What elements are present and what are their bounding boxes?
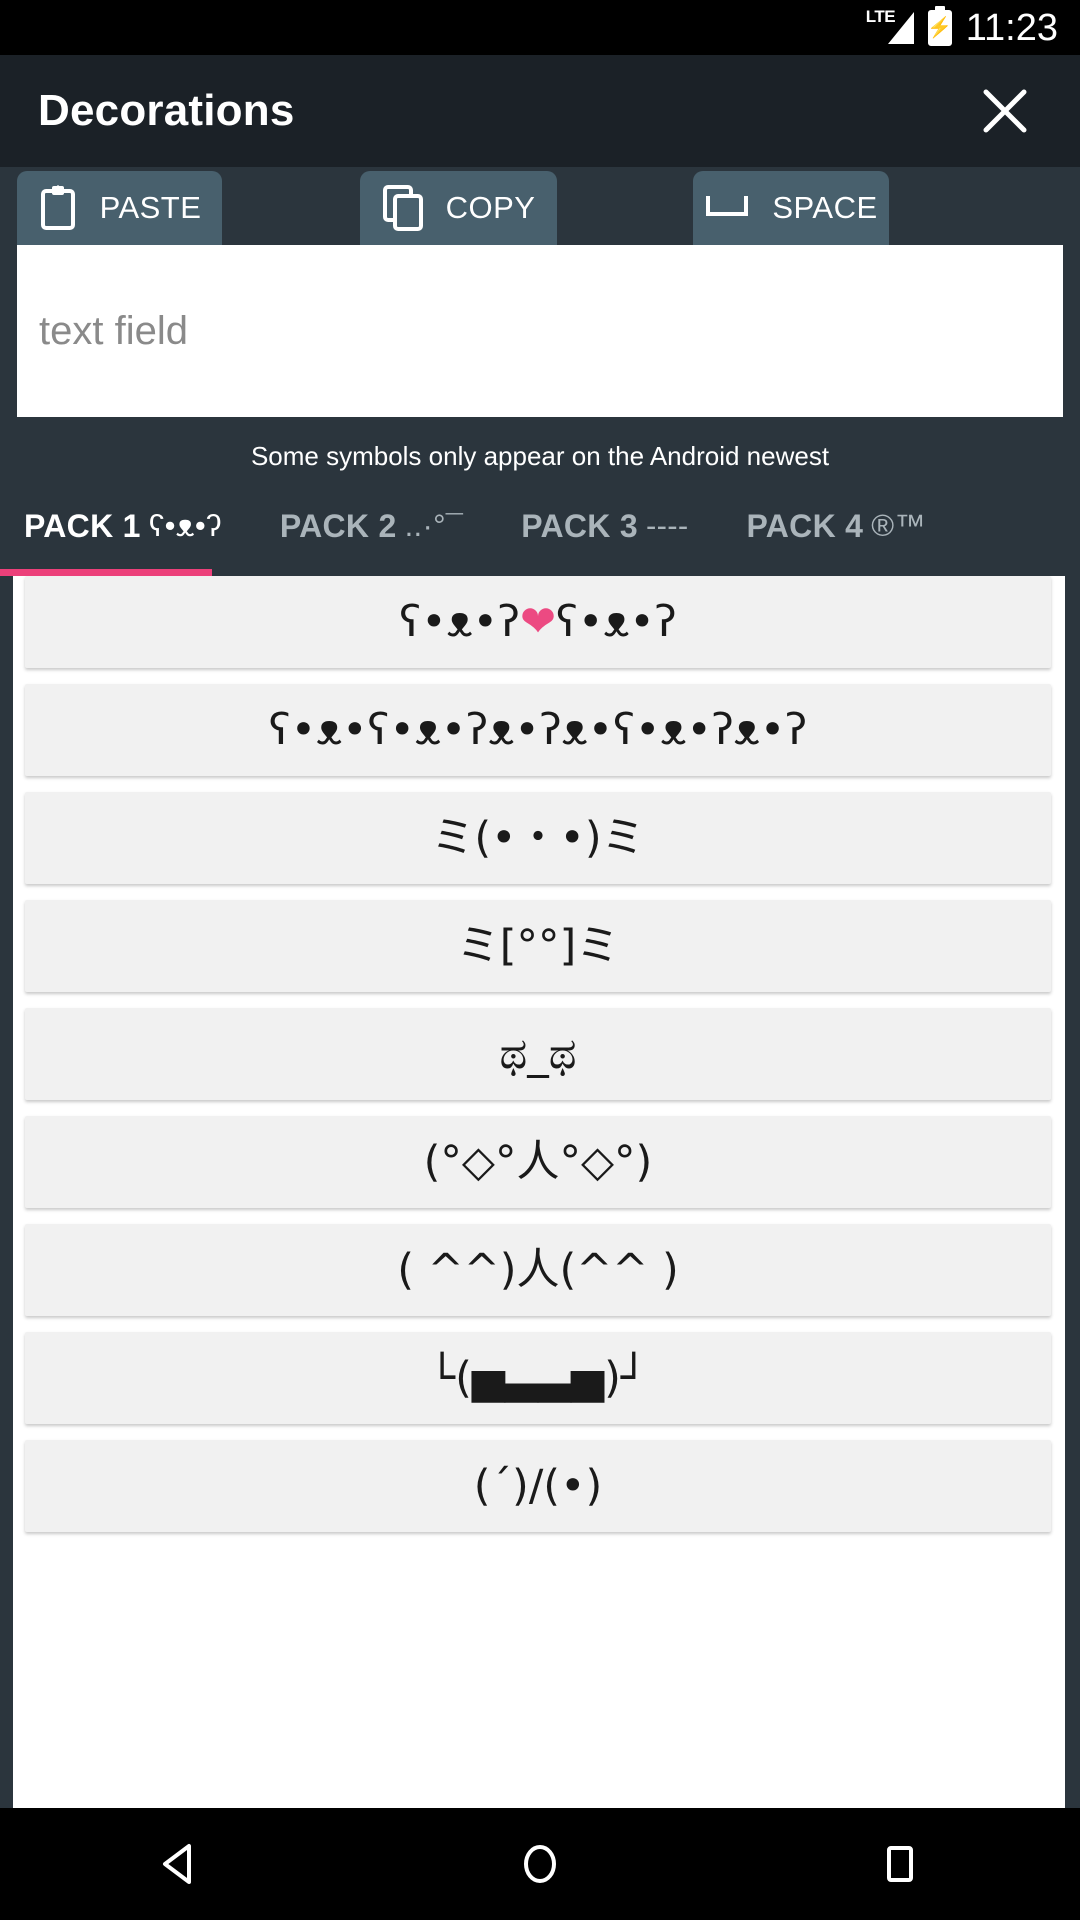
symbol-list[interactable]: ʕ•ᴥ•ʔ ❤ ʕ•ᴥ•ʔ ʕ•ᴥ•ʕ•ᴥ•ʔᴥ•ʔᴥ•ʕ•ᴥ•ʔᴥ•ʔ ミ(•・•… [13,576,1065,1808]
list-item-text: (°◇°人°◇°) [423,1136,653,1187]
tab-pack-3[interactable]: PACK 3 ---- [521,494,688,558]
close-icon [983,89,1027,133]
spacebar-icon [704,194,750,222]
tab-pack-2-label: PACK 2 [279,507,397,544]
copy-label: COPY [445,190,536,225]
charging-bolt: ⚡ [927,16,953,39]
heart-icon: ❤ [519,596,557,647]
list-item-text: └(▅▃▃▅)┘ [429,1352,647,1403]
list-item-text: ミ[°°]ミ [456,920,620,971]
list-item-text: (´)/(•) [473,1460,603,1511]
android-nav-bar [0,1808,1080,1920]
nav-recents-button[interactable] [825,1808,975,1920]
list-item-text: ミ(•・•)ミ [431,812,645,863]
paste-label: PASTE [99,190,202,225]
tab-pack-2[interactable]: PACK 2 ..·°¯ [280,494,463,558]
list-item[interactable]: ʕ•ᴥ•ʕ•ᴥ•ʔᴥ•ʔᴥ•ʕ•ᴥ•ʔᴥ•ʔ [25,684,1051,776]
close-button[interactable] [970,76,1040,146]
copy-button[interactable]: COPY [360,171,557,245]
page-title: Decorations [38,86,295,135]
home-circle-icon [524,1845,556,1883]
tab-pack-1-glyph: ʕ•ᴥ•ʔ [148,508,222,543]
list-item[interactable]: ʕ•ᴥ•ʔ ❤ ʕ•ᴥ•ʔ [25,576,1051,668]
nav-back-button[interactable] [105,1808,255,1920]
action-toolbar: PASTE COPY SPACE [0,167,1080,245]
space-label: SPACE [772,190,878,225]
tab-pack-4-glyph: ®™ [871,508,926,543]
back-triangle-icon [163,1844,191,1884]
tab-pack-3-label: PACK 3 [521,507,638,544]
signal-bars-icon: LTE [866,8,914,48]
text-input[interactable]: text field [17,245,1063,417]
tab-active-indicator [0,569,212,576]
app-bar: Decorations [0,55,1080,167]
list-item[interactable]: ( ^^)人(^^ ) [25,1224,1051,1316]
symbol-list-region[interactable]: ʕ•ᴥ•ʔ ❤ ʕ•ᴥ•ʔ ʕ•ᴥ•ʕ•ᴥ•ʔᴥ•ʔᴥ•ʕ•ᴥ•ʔᴥ•ʔ ミ(•・•… [0,576,1080,1808]
phone-screen: LTE ⚡ 11:23 Decorations PASTE COPY SPACE… [0,0,1080,1920]
tab-pack-1-label: PACK 1 [24,507,141,544]
tab-pack-4[interactable]: PACK 4 ®™ [747,494,926,558]
list-item-text: ʕ•ᴥ•ʕ•ᴥ•ʔᴥ•ʔᴥ•ʕ•ᴥ•ʔᴥ•ʔ [268,704,808,755]
list-item-text: ʕ•ᴥ•ʔ [556,596,677,647]
text-field-container: text field [0,245,1080,417]
tab-pack-2-glyph: ..·°¯ [404,508,464,543]
pack-tab-bar: PACK 1 ʕ•ᴥ•ʔ PACK 2 ..·°¯ PACK 3 ---- PA… [0,494,1080,576]
copy-icon [382,184,424,232]
tab-pack-1[interactable]: PACK 1 ʕ•ᴥ•ʔ [24,494,222,558]
list-item[interactable]: ಥ_ಥ [25,1008,1051,1100]
list-item-text: ʕ•ᴥ•ʔ [399,596,520,647]
space-button[interactable]: SPACE [693,171,889,245]
clipboard-paste-icon [38,185,78,231]
tab-pack-3-glyph: ---- [646,508,689,543]
status-bar: LTE ⚡ 11:23 [0,0,1080,55]
list-item-text: ಥ_ಥ [499,1028,577,1079]
paste-button[interactable]: PASTE [17,171,222,245]
battery-charging-icon: ⚡ [927,9,953,46]
recents-square-icon [887,1846,913,1882]
nav-home-button[interactable] [465,1808,615,1920]
status-clock: 11:23 [965,6,1058,49]
list-item[interactable]: └(▅▃▃▅)┘ [25,1332,1051,1424]
list-item[interactable]: (´)/(•) [25,1440,1051,1532]
list-item-text: ( ^^)人(^^ ) [397,1244,679,1295]
list-item[interactable]: (°◇°人°◇°) [25,1116,1051,1208]
status-icons: LTE ⚡ 11:23 [866,6,1058,49]
tab-pack-4-label: PACK 4 [746,507,864,544]
signal-triangle [887,11,914,44]
text-input-placeholder: text field [39,308,188,353]
list-item[interactable]: ミ[°°]ミ [25,900,1051,992]
hint-text: Some symbols only appear on the Android … [0,417,1080,494]
list-item[interactable]: ミ(•・•)ミ [25,792,1051,884]
